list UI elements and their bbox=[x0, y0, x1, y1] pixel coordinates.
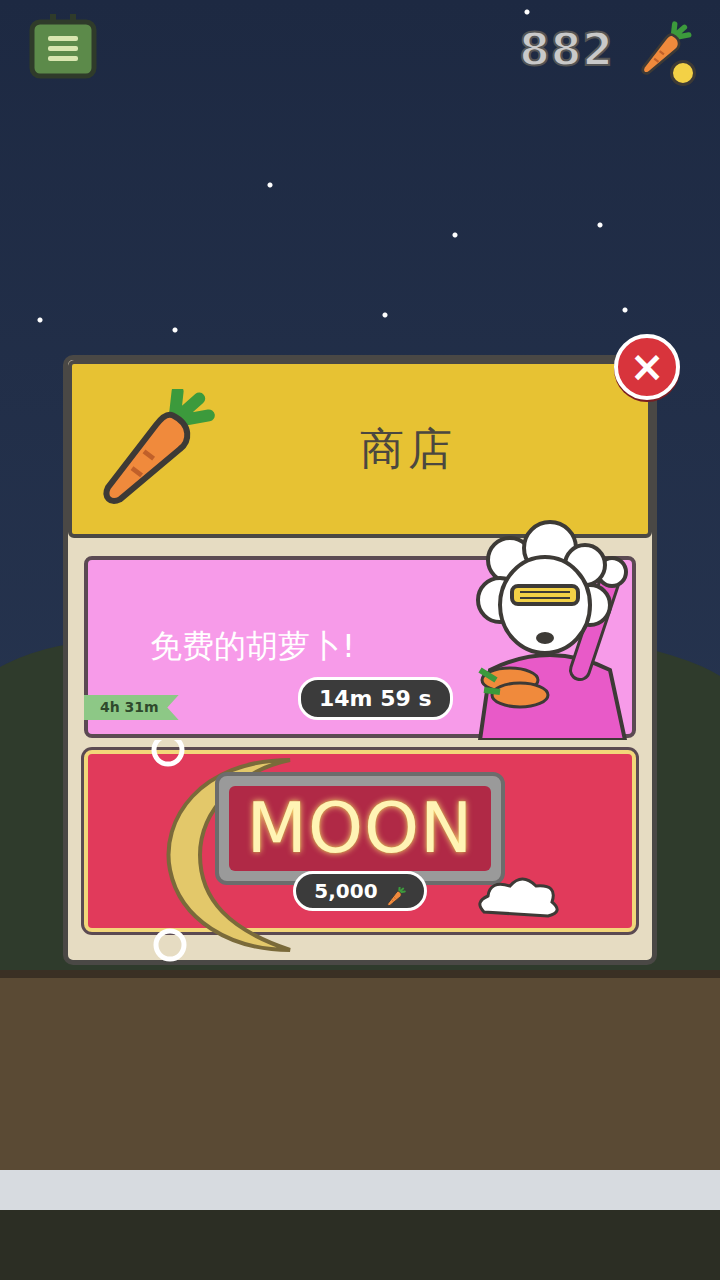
menu-board-icon bbox=[28, 14, 98, 80]
moon-label: MOON bbox=[247, 790, 474, 867]
carrot-icon bbox=[386, 881, 406, 901]
carrot-icon bbox=[96, 389, 216, 509]
cloud-icon bbox=[474, 872, 564, 922]
shop-header: 商店× bbox=[68, 360, 652, 538]
moon-sign: MOON bbox=[215, 772, 506, 885]
plus-icon bbox=[670, 60, 696, 86]
shop-item[interactable]: 免费的胡萝卜!4h 31m14m 59 s bbox=[84, 556, 636, 738]
carrot-counter: 882 bbox=[519, 14, 692, 86]
price-text: 5,000 bbox=[314, 876, 377, 906]
house-scene bbox=[0, 970, 720, 1170]
hud: 882 bbox=[0, 0, 720, 86]
add-carrot-icon[interactable] bbox=[638, 14, 692, 86]
timer-pill: 14m 59 s bbox=[298, 677, 453, 720]
shop-dialog: 商店×免费的胡萝卜!4h 31m14m 59 sMOON5,000 bbox=[63, 355, 657, 965]
game-screen: 882商店×免费的胡萝卜!4h 31m14m 59 sMOON5,000 bbox=[0, 0, 720, 1280]
shop-item[interactable]: MOON 5,000 bbox=[84, 750, 636, 932]
close-button[interactable]: × bbox=[614, 334, 680, 400]
moon-sign-panel: MOON bbox=[229, 786, 492, 871]
shop-title: 商店 bbox=[216, 416, 648, 482]
cooldown-ribbon: 4h 31m bbox=[84, 695, 179, 720]
price-pill: 5,000 bbox=[293, 871, 426, 911]
carrot-count: 882 bbox=[519, 17, 614, 83]
dog-merchant-icon bbox=[460, 520, 640, 740]
